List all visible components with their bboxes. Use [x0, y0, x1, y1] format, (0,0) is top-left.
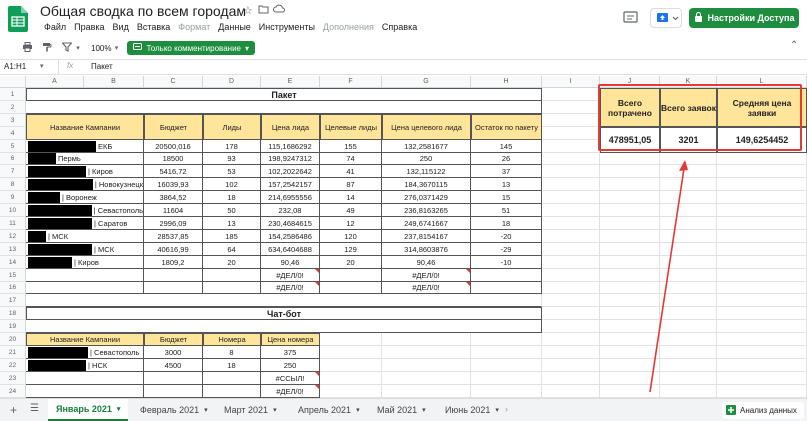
sheet-tab-label: Март 2021 — [224, 405, 269, 415]
sheet-tab-may[interactable]: Май 2021 ▾ — [369, 399, 434, 421]
sheet-tab-label: Апрель 2021 — [298, 405, 352, 415]
annotation-arrow-icon — [649, 160, 688, 393]
sheet-tab-june[interactable]: Июнь 2021 ▾ — [437, 399, 507, 421]
explore-button-label: Анализ данных — [740, 406, 797, 415]
sheet-tab-label: Февраль 2021 — [140, 405, 200, 415]
explore-icon — [726, 404, 736, 417]
chevron-down-icon: ▾ — [356, 407, 360, 414]
sheet-tab-bar: + ☰ Январь 2021 ▾ Февраль 2021 ▾ Март 2021… — [0, 398, 807, 421]
all-sheets-menu-icon[interactable]: ☰ — [30, 403, 39, 414]
explore-button[interactable]: Анализ данных — [722, 402, 804, 419]
sheet-tab-march[interactable]: Март 2021 ▾ — [216, 399, 285, 421]
chevron-down-icon: ▾ — [204, 407, 208, 414]
chevron-down-icon: ▾ — [495, 407, 499, 414]
add-sheet-icon[interactable]: + — [10, 403, 17, 417]
chevron-down-icon: ▾ — [273, 407, 277, 414]
sheet-tab-label: Январь 2021 — [56, 404, 112, 414]
sheet-tab-label: Май 2021 — [377, 405, 418, 415]
scroll-tabs-right-icon[interactable]: › — [505, 404, 508, 414]
sheet-tab-february[interactable]: Февраль 2021 ▾ — [132, 399, 216, 421]
chevron-down-icon: ▾ — [422, 407, 426, 414]
sheet-tab-january[interactable]: Январь 2021 ▾ — [48, 399, 129, 421]
sheet-tab-april[interactable]: Апрель 2021 ▾ — [290, 399, 368, 421]
sheet-tab-label: Июнь 2021 — [445, 405, 491, 415]
chevron-down-icon: ▾ — [116, 406, 121, 413]
